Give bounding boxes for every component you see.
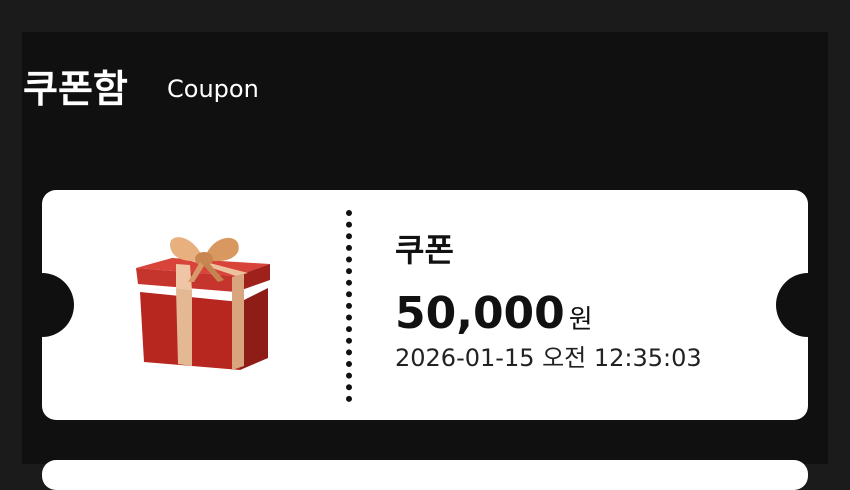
coupon-card-next[interactable] xyxy=(42,460,808,490)
coupon-name: 쿠폰 xyxy=(395,231,454,269)
coupon-amount: 50,000 원 xyxy=(395,286,593,342)
coupon-issued-datetime: 2026-01-15 오전 12:35:03 xyxy=(395,344,702,372)
ticket-divider xyxy=(346,210,352,402)
page-subtitle: Coupon xyxy=(167,75,259,103)
coupon-amount-unit: 원 xyxy=(568,305,593,335)
ticket-notch-right xyxy=(776,273,808,337)
ticket-notch-left xyxy=(42,273,74,337)
coupon-amount-value: 50,000 xyxy=(395,288,565,339)
page-title: 쿠폰함 xyxy=(23,67,128,111)
gift-box-icon xyxy=(136,237,270,370)
page-header: 쿠폰함 Coupon xyxy=(0,62,850,118)
coupon-card[interactable]: 쿠폰 50,000 원 2026-01-15 오전 12:35:03 xyxy=(42,190,808,420)
